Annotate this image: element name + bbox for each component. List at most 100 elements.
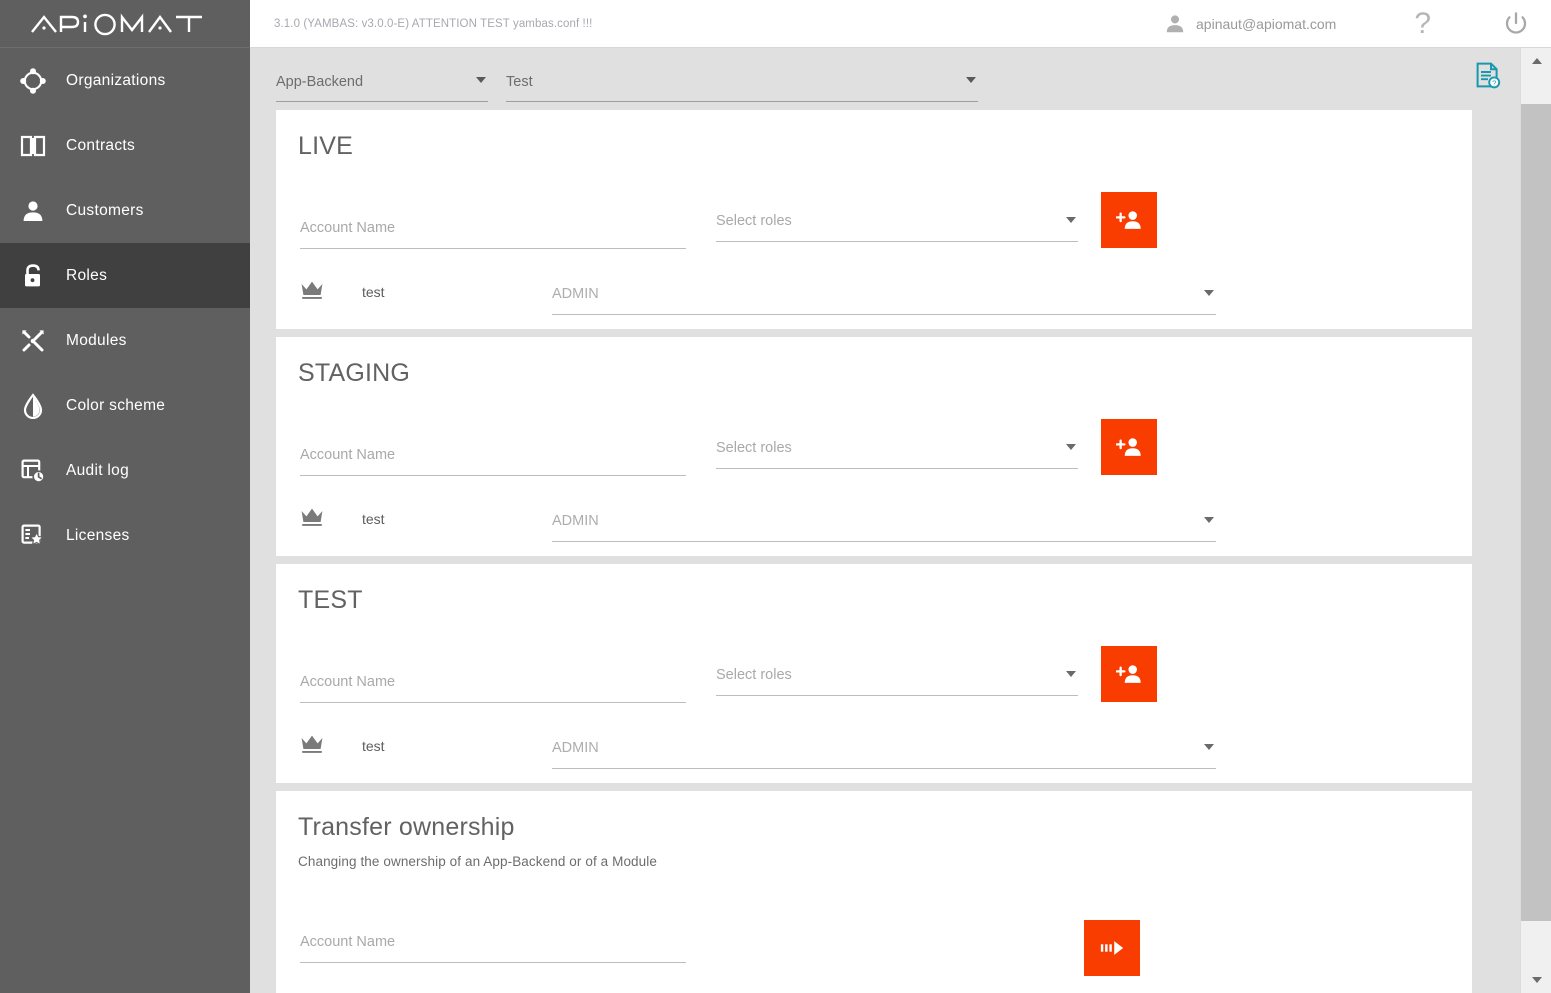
app-logo[interactable] <box>0 0 250 48</box>
apiomat-logo-icon <box>31 12 202 35</box>
env-section-test: TEST Account Name Select roles test ADMI… <box>276 564 1472 783</box>
select-roles-dropdown[interactable]: Select roles <box>716 433 1078 469</box>
chevron-down-icon <box>1204 517 1214 523</box>
sidebar-item-audit-log[interactable]: Audit log <box>0 438 250 503</box>
crown-icon <box>298 279 362 315</box>
account-name-input[interactable]: Account Name <box>300 213 686 249</box>
field-underline <box>716 241 1078 242</box>
section-subtitle: Changing the ownership of an App-Backend… <box>298 854 657 869</box>
member-role-value: ADMIN <box>552 513 599 529</box>
sidebar-item-label: Licenses <box>66 526 130 544</box>
section-title: TEST <box>298 586 363 614</box>
svg-text:?: ? <box>1492 78 1496 87</box>
section-title: Transfer ownership <box>298 813 515 841</box>
chevron-down-icon <box>476 77 486 83</box>
member-role-dropdown[interactable]: ADMIN <box>552 279 1216 315</box>
transfer-ownership-button[interactable] <box>1084 920 1140 976</box>
customers-icon <box>0 199 66 223</box>
content-scroll-area[interactable]: LIVE Account Name Select roles test ADMI… <box>250 110 1551 993</box>
field-underline <box>552 541 1216 542</box>
input-placeholder: Account Name <box>300 447 396 463</box>
scrollbar-thumb[interactable] <box>1521 104 1551 921</box>
card-spacer <box>298 315 1450 329</box>
main-area: 3.1.0 (YAMBAS: v3.0.0-E) ATTENTION TEST … <box>250 0 1551 993</box>
document-help-icon[interactable]: ? <box>1475 62 1501 95</box>
sidebar-item-contracts[interactable]: Contracts <box>0 113 250 178</box>
sidebar-item-modules[interactable]: Modules <box>0 308 250 373</box>
field-underline <box>276 101 488 102</box>
add-member-row: Account Name Select roles <box>298 639 1450 703</box>
application-root: Organizations Contracts Customers Roles … <box>0 0 1551 993</box>
vertical-scrollbar[interactable] <box>1520 48 1551 993</box>
member-name: test <box>362 284 385 300</box>
transfer-ownership-section: Transfer ownership Changing the ownershi… <box>276 791 1472 993</box>
select-roles-dropdown[interactable]: Select roles <box>716 206 1078 242</box>
field-underline <box>300 962 686 963</box>
power-icon[interactable] <box>1503 11 1529 37</box>
user-email[interactable]: apinaut@apiomat.com <box>1196 16 1336 32</box>
sidebar-item-licenses[interactable]: Licenses <box>0 503 250 568</box>
backend-select[interactable]: App-Backend <box>276 68 488 102</box>
card-spacer <box>298 769 1450 783</box>
member-role-value: ADMIN <box>552 740 599 756</box>
sidebar-item-label: Modules <box>66 331 127 349</box>
member-row: test ADMIN <box>298 703 1450 769</box>
field-underline <box>552 768 1216 769</box>
add-user-button[interactable] <box>1101 646 1157 702</box>
member-role-dropdown[interactable]: ADMIN <box>552 733 1216 769</box>
contracts-icon <box>0 134 66 158</box>
transfer-arrow-icon <box>1100 941 1124 955</box>
sidebar-item-roles[interactable]: Roles <box>0 243 250 308</box>
account-name-input[interactable]: Account Name <box>300 440 686 476</box>
chevron-down-icon <box>1204 290 1214 296</box>
input-placeholder: Account Name <box>300 674 396 690</box>
input-placeholder: Account Name <box>300 220 396 236</box>
help-icon[interactable]: ? <box>1414 8 1431 39</box>
chevron-down-icon <box>1066 444 1076 450</box>
add-user-icon <box>1116 438 1141 456</box>
member-role-value: ADMIN <box>552 286 599 302</box>
organizations-icon <box>0 67 66 94</box>
backend-select-value: App-Backend <box>276 74 364 90</box>
member-role-dropdown[interactable]: ADMIN <box>552 506 1216 542</box>
sidebar-nav: Organizations Contracts Customers Roles … <box>0 48 250 568</box>
crown-icon <box>298 733 362 769</box>
chevron-down-icon <box>966 77 976 83</box>
dropdown-placeholder: Select roles <box>716 213 792 229</box>
transfer-row: Account Name <box>298 893 1450 977</box>
topbar-right-group: apinaut@apiomat.com ? <box>1164 0 1551 47</box>
sidebar-item-label: Audit log <box>66 461 130 479</box>
user-icon <box>1164 13 1186 35</box>
field-underline <box>716 468 1078 469</box>
add-user-button[interactable] <box>1101 419 1157 475</box>
chevron-down-icon <box>1066 217 1076 223</box>
field-underline <box>552 314 1216 315</box>
audit-log-icon <box>0 458 66 484</box>
add-user-icon <box>1116 211 1141 229</box>
card-spacer <box>298 542 1450 556</box>
add-user-icon <box>1116 665 1141 683</box>
chevron-down-icon <box>1066 671 1076 677</box>
scroll-down-button[interactable] <box>1521 967 1551 993</box>
add-user-button[interactable] <box>1101 192 1157 248</box>
sidebar: Organizations Contracts Customers Roles … <box>0 0 250 993</box>
environment-select[interactable]: Test <box>506 68 978 102</box>
topbar: 3.1.0 (YAMBAS: v3.0.0-E) ATTENTION TEST … <box>250 0 1551 48</box>
member-row: test ADMIN <box>298 476 1450 542</box>
chevron-down-icon <box>1531 977 1542 983</box>
select-roles-dropdown[interactable]: Select roles <box>716 660 1078 696</box>
transfer-account-input[interactable]: Account Name <box>300 927 686 963</box>
account-name-input[interactable]: Account Name <box>300 667 686 703</box>
sidebar-item-organizations[interactable]: Organizations <box>0 48 250 113</box>
member-name: test <box>362 511 385 527</box>
sidebar-item-label: Roles <box>66 266 108 284</box>
dropdown-placeholder: Select roles <box>716 440 792 456</box>
sidebar-item-label: Contracts <box>66 136 136 154</box>
chevron-down-icon <box>1204 744 1214 750</box>
env-section-staging: STAGING Account Name Select roles test A… <box>276 337 1472 556</box>
add-member-row: Account Name Select roles <box>298 185 1450 249</box>
sidebar-item-label: Customers <box>66 201 144 219</box>
sidebar-item-customers[interactable]: Customers <box>0 178 250 243</box>
sidebar-item-color-scheme[interactable]: Color scheme <box>0 373 250 438</box>
scroll-up-button[interactable] <box>1521 48 1551 74</box>
